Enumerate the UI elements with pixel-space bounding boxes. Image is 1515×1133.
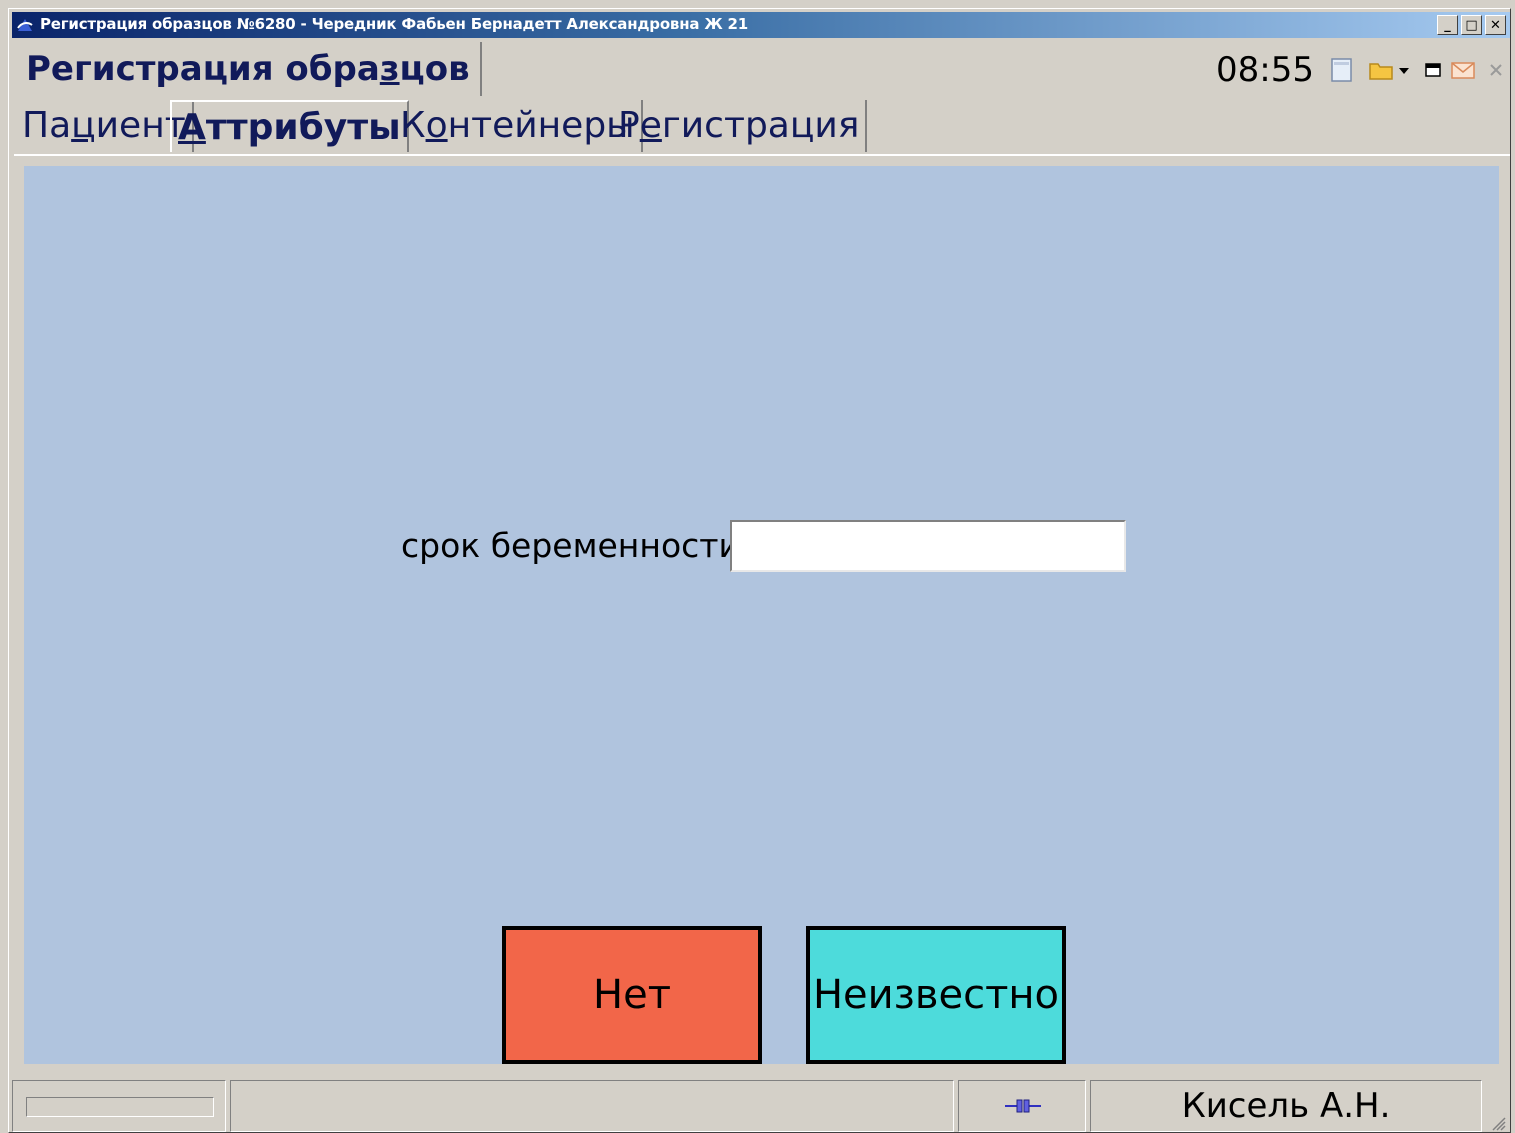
status-bar: Кисель А.Н. <box>12 1076 1510 1133</box>
current-user: Кисель А.Н. <box>1181 1086 1391 1126</box>
maximize-button[interactable]: □ <box>1461 15 1482 35</box>
tab-registration[interactable]: Регистрация <box>612 100 868 152</box>
tab-strip: Пациент Аттрибуты Контейнеры Регистрация <box>14 98 1510 156</box>
connection-plug-icon <box>1005 1099 1041 1113</box>
tab-attributes[interactable]: Аттрибуты <box>170 100 409 152</box>
app-logo-icon <box>17 19 33 31</box>
no-button[interactable]: Нет <box>502 926 762 1064</box>
status-user-panel: Кисель А.Н. <box>1090 1080 1482 1132</box>
notes-icon[interactable] <box>1330 57 1354 83</box>
folder-icon[interactable] <box>1368 58 1394 82</box>
pregnancy-term-label: срок беременности <box>401 526 740 565</box>
attributes-panel: срок беременности Нет Неизвестно <box>24 166 1499 1064</box>
resize-grip-icon[interactable] <box>1488 1113 1506 1131</box>
page-title: Регистрация образцов <box>16 42 482 96</box>
mail-icon[interactable] <box>1450 60 1476 80</box>
title-bar: Регистрация образцов №6280 - Чередник Фа… <box>12 12 1510 38</box>
clock: 08:55 <box>1216 50 1314 90</box>
window-title: Регистрация образцов №6280 - Чередник Фа… <box>40 15 748 33</box>
tab-containers[interactable]: Контейнеры <box>394 100 643 152</box>
status-message-panel <box>230 1080 954 1132</box>
window-icon[interactable] <box>1424 62 1442 78</box>
close-window-button[interactable]: ✕ <box>1485 15 1506 35</box>
unknown-button[interactable]: Неизвестно <box>806 926 1066 1064</box>
status-connection-panel <box>958 1080 1086 1132</box>
tab-patient[interactable]: Пациент <box>16 100 194 152</box>
status-progress-panel <box>12 1080 226 1132</box>
close-icon[interactable] <box>1488 62 1504 78</box>
header: Регистрация образцов 08:55 <box>14 40 1510 96</box>
minimize-button[interactable]: _ <box>1437 15 1458 35</box>
chevron-down-icon[interactable] <box>1398 67 1410 75</box>
pregnancy-term-input[interactable] <box>730 520 1126 572</box>
progress-bar <box>26 1097 214 1117</box>
